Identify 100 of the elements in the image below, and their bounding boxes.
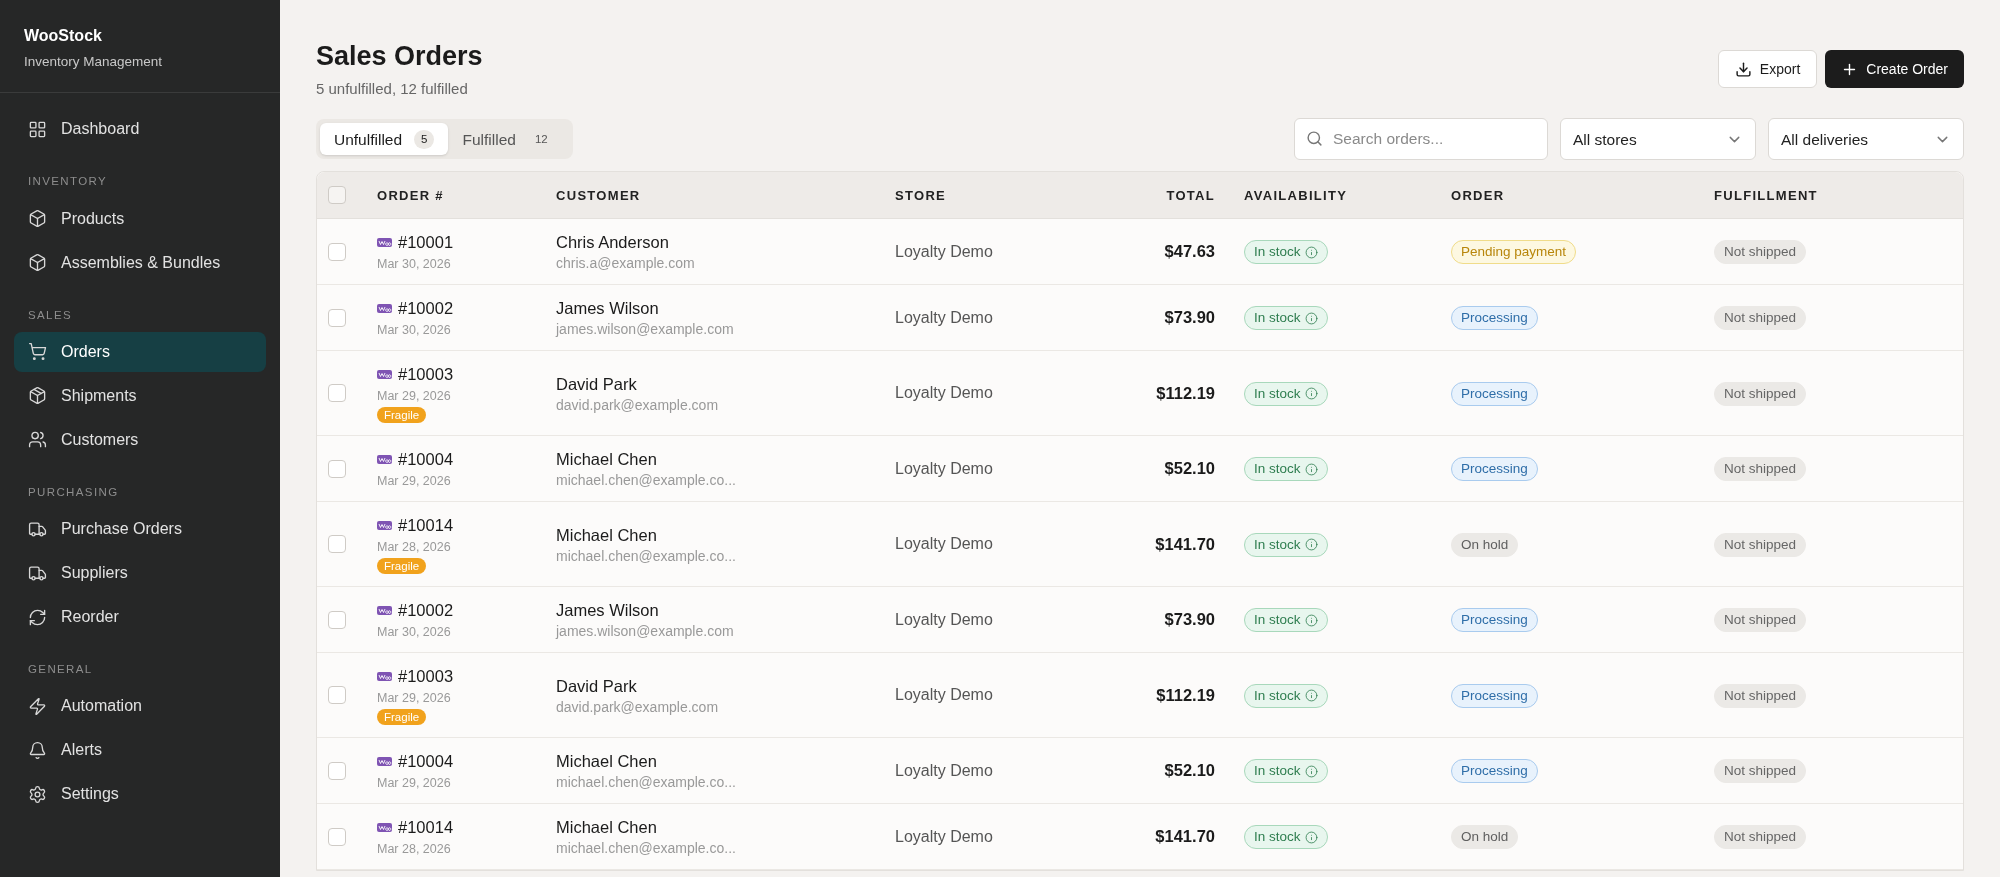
order-total: $47.63 xyxy=(1164,242,1215,261)
order-total: $52.10 xyxy=(1164,761,1215,780)
brand-subtitle: Inventory Management xyxy=(24,53,164,71)
nav-item[interactable]: Orders xyxy=(14,331,266,372)
customer-name: James Wilson xyxy=(556,298,660,320)
column-header: STORE xyxy=(895,187,947,203)
order-date: Mar 29, 2026 xyxy=(377,473,452,490)
filter-dropdown[interactable]: All deliveries xyxy=(1768,118,1964,161)
section-label: INVENTORY xyxy=(27,174,109,190)
row-checkbox[interactable] xyxy=(328,384,346,403)
store-name: Loyalty Demo xyxy=(895,610,993,628)
order-number[interactable]: #10004 xyxy=(398,448,454,471)
row-checkbox[interactable] xyxy=(328,686,346,705)
row-checkbox[interactable] xyxy=(328,459,346,478)
filter-dropdown[interactable]: All stores xyxy=(1560,118,1756,161)
store-logo-icon xyxy=(377,454,392,464)
order-date: Mar 30, 2026 xyxy=(377,624,452,641)
tab[interactable]: Unfulfilled 5 xyxy=(320,123,449,156)
store-logo-icon xyxy=(377,237,392,247)
nav-item[interactable]: Purchase Orders xyxy=(14,509,266,549)
create-button[interactable]: Create Order xyxy=(1825,50,1964,88)
export-button[interactable]: Export xyxy=(1717,50,1818,88)
row-checkbox[interactable] xyxy=(328,535,346,554)
nav-item[interactable]: Dashboard xyxy=(14,109,266,150)
store-name: Loyalty Demo xyxy=(895,535,993,553)
nav-item[interactable]: Suppliers xyxy=(14,553,266,593)
column-header: FULFILLMENT xyxy=(1714,187,1818,203)
order-number[interactable]: #10002 xyxy=(398,297,454,320)
section-label: PURCHASING xyxy=(27,484,120,500)
order-date: Mar 30, 2026 xyxy=(377,322,452,339)
nav-item[interactable]: Alerts xyxy=(14,730,266,771)
column-header: ORDER xyxy=(1451,187,1505,203)
select-all-checkbox[interactable] xyxy=(328,186,346,205)
nav-item[interactable]: Shipments xyxy=(14,375,266,416)
info-icon xyxy=(1304,764,1318,778)
nav-item[interactable]: Automation xyxy=(14,686,266,727)
order-total: $112.19 xyxy=(1156,685,1215,704)
store-logo-icon xyxy=(377,756,392,766)
download-icon xyxy=(1734,60,1752,78)
nav-item[interactable]: Reorder xyxy=(14,597,266,637)
customer-email: michael.chen@example.co... xyxy=(556,546,737,565)
customer-email: david.park@example.com xyxy=(556,697,720,716)
fulfillment-badge: Not shipped xyxy=(1714,240,1807,265)
info-icon xyxy=(1304,830,1318,844)
availability-badge: In stock xyxy=(1244,825,1328,850)
order-number[interactable]: #10014 xyxy=(398,514,454,537)
search-field[interactable]: Search orders... xyxy=(1294,118,1548,161)
row-checkbox[interactable] xyxy=(328,761,346,780)
row-checkbox[interactable] xyxy=(328,242,346,261)
customer-email: james.wilson@example.com xyxy=(556,320,735,339)
order-total: $73.90 xyxy=(1164,610,1215,629)
tab-count: 5 xyxy=(414,129,435,149)
store-name: Loyalty Demo xyxy=(895,242,993,260)
nav-item[interactable]: Products xyxy=(14,198,266,239)
fulfillment-badge: Not shipped xyxy=(1714,683,1807,708)
row-checkbox[interactable] xyxy=(328,610,346,629)
order-number[interactable]: #10001 xyxy=(398,231,454,254)
box-icon xyxy=(28,253,47,272)
page-subtitle: 5 unfulfilled, 12 fulfilled xyxy=(316,78,469,99)
customer-name: Michael Chen xyxy=(556,817,658,839)
order-number[interactable]: #10003 xyxy=(398,363,454,386)
order-total: $141.70 xyxy=(1155,827,1215,846)
availability-badge: In stock xyxy=(1244,608,1328,633)
order-number[interactable]: #10004 xyxy=(398,750,454,773)
info-icon xyxy=(1304,462,1318,476)
order-date: Mar 28, 2026 xyxy=(377,841,452,858)
availability-badge: In stock xyxy=(1244,306,1328,331)
info-icon xyxy=(1304,538,1318,552)
order-status-badge: On hold xyxy=(1451,532,1519,557)
customer-email: james.wilson@example.com xyxy=(556,622,735,641)
nav-item[interactable]: Settings xyxy=(14,774,266,815)
order-total: $112.19 xyxy=(1156,383,1215,402)
order-number[interactable]: #10003 xyxy=(398,665,454,688)
fulfillment-badge: Not shipped xyxy=(1714,306,1807,331)
order-status-badge: Processing xyxy=(1451,457,1538,482)
lightning-icon xyxy=(28,696,47,716)
truck-icon xyxy=(28,563,47,583)
order-number[interactable]: #10014 xyxy=(398,816,454,839)
order-date: Mar 30, 2026 xyxy=(377,256,452,273)
store-logo-icon xyxy=(377,520,392,530)
order-status-badge: On hold xyxy=(1451,825,1519,850)
fulfillment-badge: Not shipped xyxy=(1714,381,1807,406)
store-name: Loyalty Demo xyxy=(895,686,993,704)
tag-badge: Fragile xyxy=(377,558,427,575)
row-checkbox[interactable] xyxy=(328,827,346,846)
search-icon xyxy=(1306,130,1323,148)
customer-name: Michael Chen xyxy=(556,751,658,773)
order-number[interactable]: #10002 xyxy=(398,599,454,622)
info-icon xyxy=(1304,311,1318,325)
store-logo-icon xyxy=(377,369,392,379)
availability-badge: In stock xyxy=(1244,240,1328,265)
bell-icon xyxy=(28,740,47,760)
tab[interactable]: Fulfilled 12 xyxy=(448,123,569,156)
nav-item[interactable]: Assemblies & Bundles xyxy=(14,242,266,283)
box-icon xyxy=(28,209,47,228)
order-date: Mar 29, 2026 xyxy=(377,775,452,792)
customer-name: James Wilson xyxy=(556,600,660,622)
nav-item[interactable]: Customers xyxy=(14,419,266,460)
store-logo-icon xyxy=(377,303,392,313)
row-checkbox[interactable] xyxy=(328,308,346,327)
